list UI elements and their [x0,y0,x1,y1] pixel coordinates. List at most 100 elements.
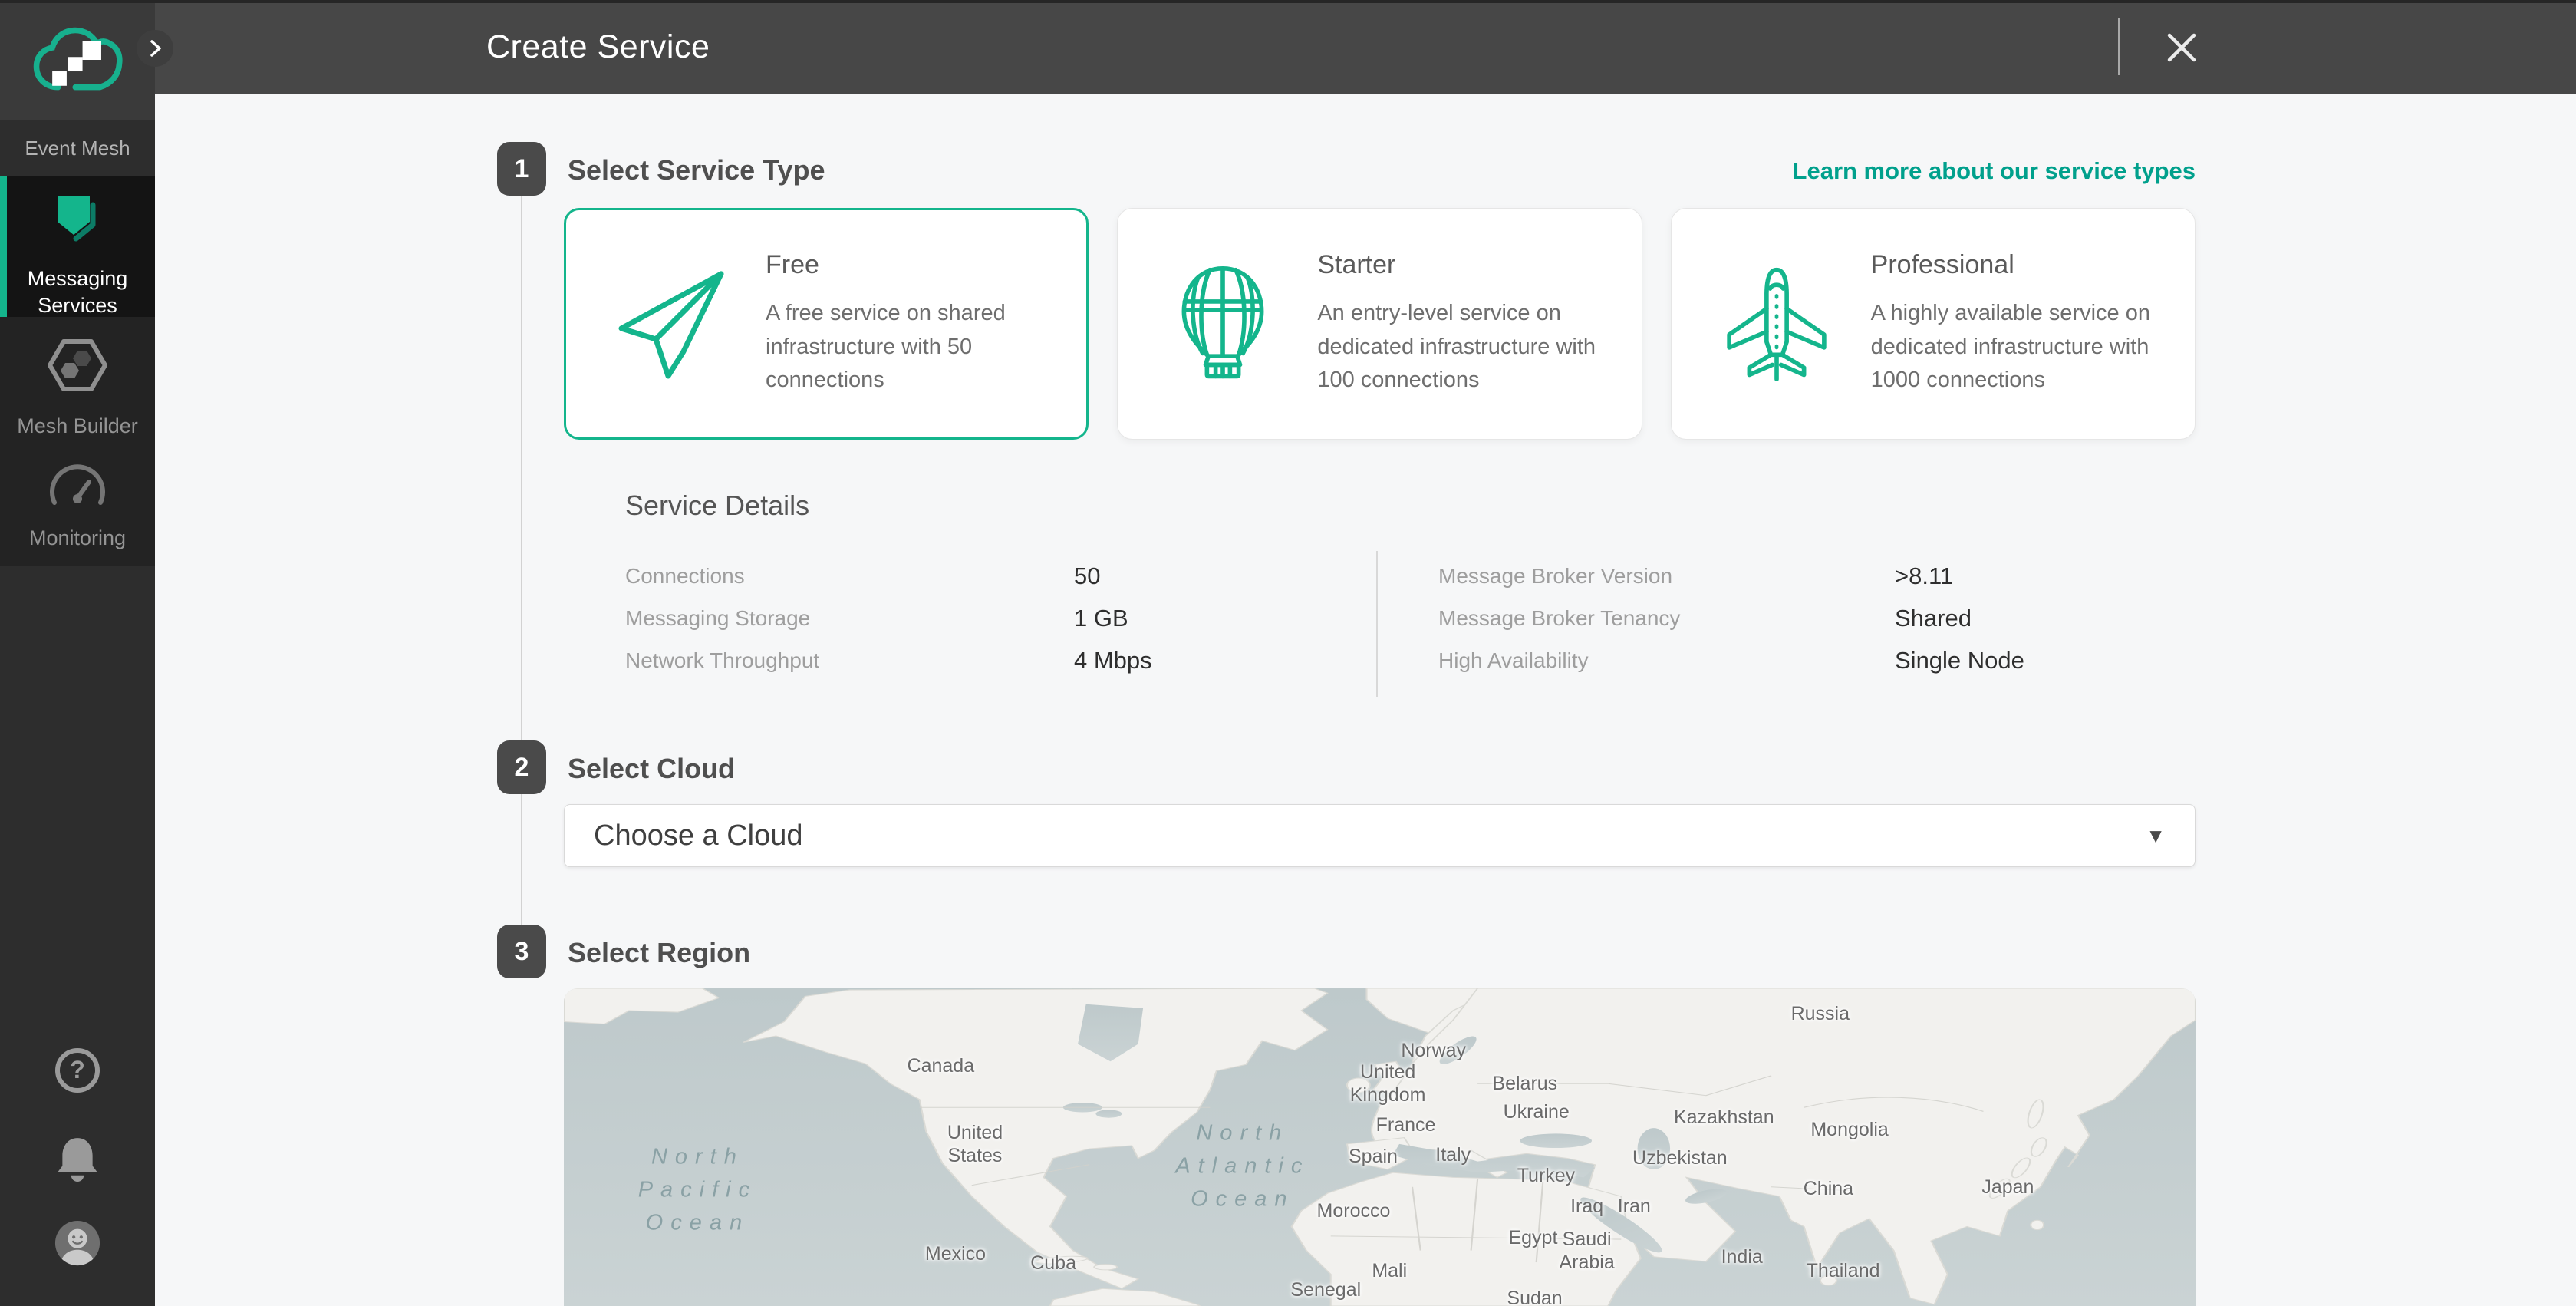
service-details-heading: Service Details [625,490,809,522]
detail-value: >8.11 [1895,562,1953,590]
map-country-label: India [1721,1245,1763,1268]
service-type-description: A free service on shared infrastructure … [766,297,1063,397]
map-country-label: Mongolia [1810,1118,1888,1141]
learn-more-link[interactable]: Learn more about our service types [1793,157,2196,185]
map-country-label: Norway [1401,1039,1466,1062]
detail-row: Message Broker Version >8.11 [1438,555,2159,597]
sidebar: Event Mesh Messaging Services Mesh Build… [0,0,155,1306]
question-mark-icon: ? [54,1047,101,1094]
map-ocean-label: North Pacific Ocean [638,1141,757,1240]
service-type-name: Free [766,250,1063,280]
help-button[interactable]: ? [54,1047,101,1094]
detail-row: Message Broker Tenancy Shared [1438,597,2159,639]
detail-value: Single Node [1895,647,2024,674]
map-country-label: Iran [1618,1195,1651,1218]
region-selection-map[interactable]: RussiaNorwayCanadaUnited KingdomBelarusU… [564,988,2196,1306]
map-country-label: Uzbekistan [1632,1146,1728,1169]
detail-row: Messaging Storage 1 GB [625,597,1377,639]
detail-label: Network Throughput [625,648,1074,673]
detail-label: High Availability [1438,648,1895,673]
map-country-label: Mali [1372,1259,1407,1282]
map-country-label: United Kingdom [1350,1060,1426,1106]
detail-row: Connections 50 [625,555,1377,597]
step-3-badge: 3 [497,925,546,978]
detail-value: Shared [1895,605,1972,632]
sidebar-item-messaging-services[interactable]: Messaging Services [0,176,155,317]
avatar-icon [54,1219,101,1267]
map-country-label: Kazakhstan [1674,1106,1774,1129]
map-country-label: Iraq [1570,1195,1603,1218]
map-country-label: Spain [1349,1145,1398,1168]
service-card-starter[interactable]: Starter An entry-level service on dedica… [1117,208,1642,440]
service-type-cards: Free A free service on shared infrastruc… [564,208,2196,440]
map-country-label: China [1804,1177,1853,1200]
step-connector-line [521,196,522,740]
expand-sidebar-button[interactable] [137,30,173,67]
map-country-label: Egypt [1508,1226,1557,1249]
map-country-label: Turkey [1517,1164,1575,1187]
step-number: 3 [515,937,529,967]
logo-block [0,0,155,120]
close-button[interactable] [2163,29,2200,66]
chevron-right-icon [145,38,165,58]
airplane-icon [1711,260,1842,388]
map-country-label: Japan [1981,1176,2034,1199]
solace-cloud-logo-icon [31,21,124,98]
card-text: Professional A highly available service … [1871,250,2172,397]
bell-icon [54,1134,101,1182]
map-country-label: Saudi Arabia [1559,1228,1614,1274]
map-country-label: France [1376,1113,1436,1136]
step-1-badge: 1 [497,142,546,196]
header-divider [2118,18,2120,75]
card-text: Starter An entry-level service on dedica… [1317,250,1618,397]
detail-label: Messaging Storage [625,606,1074,631]
detail-label: Message Broker Tenancy [1438,606,1895,631]
window-top-edge [0,0,2576,3]
service-card-free[interactable]: Free A free service on shared infrastruc… [564,208,1089,440]
step-3-heading: Select Region [568,937,750,969]
service-details-right-column: Message Broker Version >8.11 Message Bro… [1438,555,2159,681]
gauge-icon [47,461,108,513]
service-type-name: Professional [1871,250,2172,280]
detail-label: Message Broker Version [1438,564,1895,589]
user-avatar[interactable] [54,1219,101,1267]
cloud-select-dropdown[interactable]: Choose a Cloud ▼ [564,804,2196,867]
close-icon [2163,29,2200,66]
step-number: 2 [515,753,529,783]
notifications-button[interactable] [54,1134,101,1182]
service-card-professional[interactable]: Professional A highly available service … [1671,208,2196,440]
paper-plane-icon [606,262,736,385]
card-text: Free A free service on shared infrastruc… [766,250,1063,397]
map-country-label: Italy [1435,1143,1471,1166]
service-type-description: An entry-level service on dedicated infr… [1317,297,1618,397]
map-country-label: Senegal [1290,1278,1361,1301]
hot-air-balloon-icon [1158,259,1288,389]
step-2-heading: Select Cloud [568,753,735,785]
step-1-heading: Select Service Type [568,154,825,186]
map-country-label: United States [947,1121,1003,1167]
event-mesh-label: Event Mesh [25,137,130,160]
service-type-name: Starter [1317,250,1618,280]
sidebar-item-label: Messaging Services [0,265,155,319]
shield-icon [53,193,102,253]
map-labels-layer: RussiaNorwayCanadaUnited KingdomBelarusU… [564,988,2196,1306]
map-country-label: Morocco [1317,1199,1391,1222]
details-divider [1376,551,1378,697]
chevron-down-icon: ▼ [2146,824,2166,848]
page-title: Create Service [486,0,710,94]
map-country-label: Russia [1791,1002,1850,1025]
detail-value: 50 [1074,562,1100,590]
cloud-select-value: Choose a Cloud [594,820,803,853]
svg-text:?: ? [70,1056,85,1083]
detail-value: 4 Mbps [1074,647,1152,674]
sidebar-item-label: Monitoring [29,525,126,552]
step-connector-line [521,794,522,925]
map-ocean-label: North Atlantic Ocean [1175,1116,1309,1215]
map-country-label: Mexico [925,1242,986,1265]
step-2-badge: 2 [497,740,546,794]
sidebar-item-mesh-builder[interactable]: Mesh Builder [0,317,155,455]
sidebar-section-event-mesh: Event Mesh [0,120,155,176]
create-service-form: 1 Select Service Type Learn more about o… [155,94,2576,1306]
detail-row: High Availability Single Node [1438,639,2159,681]
sidebar-item-monitoring[interactable]: Monitoring [0,455,155,566]
